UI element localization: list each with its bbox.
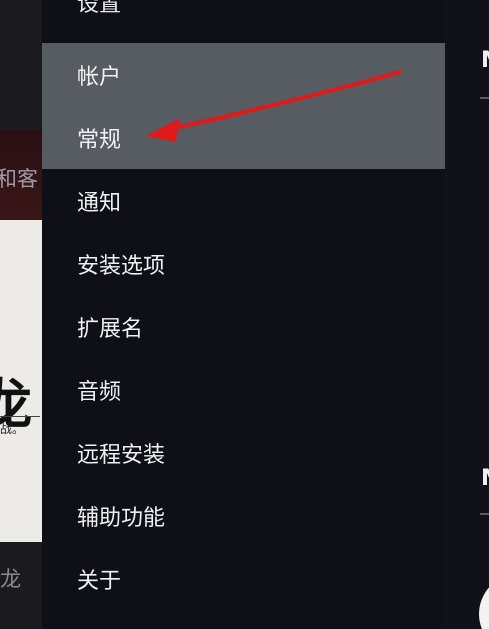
menu-item-install-options[interactable]: 安装选项 <box>42 232 445 295</box>
section-heading: M <box>481 48 489 73</box>
cover-divider <box>0 416 40 417</box>
cover-subtitle: 战。 <box>0 422 25 436</box>
right-content-panel: M M <box>445 0 489 629</box>
menu-item-label: 关于 <box>77 568 122 594</box>
menu-item-label: 音频 <box>77 379 122 405</box>
menu-item-label: 帐户 <box>77 64 122 90</box>
menu-item-account[interactable]: 帐户 <box>42 43 445 106</box>
section-heading: M <box>481 466 489 491</box>
menu-item-about[interactable]: 关于 <box>42 547 445 610</box>
menu-item-label: 常规 <box>77 127 122 153</box>
menu-item-label: 安装选项 <box>77 253 166 279</box>
menu-item-label: 辅助功能 <box>77 505 166 531</box>
section-divider <box>480 513 489 515</box>
menu-item-general[interactable]: 常规 <box>42 106 445 169</box>
background-game-cover: 龙 战。 <box>0 220 42 542</box>
menu-item-label: 扩展名 <box>77 316 144 342</box>
background-partial-text: 和客 <box>0 167 38 191</box>
menu-item-audio[interactable]: 音频 <box>42 358 445 421</box>
background-partial-title: 龙 <box>0 567 21 591</box>
settings-menu: 设置 帐户 常规 通知 安装选项 扩展名 音频 远程安装 辅助功能 关于 <box>42 0 445 629</box>
menu-item-remote-install[interactable]: 远程安装 <box>42 421 445 484</box>
menu-item-label: 通知 <box>77 190 122 216</box>
background-app: 和客 龙 战。 龙 <box>0 0 42 629</box>
menu-item-notifications[interactable]: 通知 <box>42 169 445 232</box>
section-divider <box>480 97 489 99</box>
menu-item-label: 远程安装 <box>77 442 166 468</box>
menu-item-extensions[interactable]: 扩展名 <box>42 295 445 358</box>
menu-item-accessibility[interactable]: 辅助功能 <box>42 484 445 547</box>
background-header <box>0 0 42 130</box>
menu-title: 设置 <box>77 0 122 17</box>
avatar <box>479 574 489 629</box>
screen: 和客 龙 战。 龙 设置 帐户 常规 通知 安装选项 扩展名 音频 远程安装 辅… <box>0 0 489 629</box>
